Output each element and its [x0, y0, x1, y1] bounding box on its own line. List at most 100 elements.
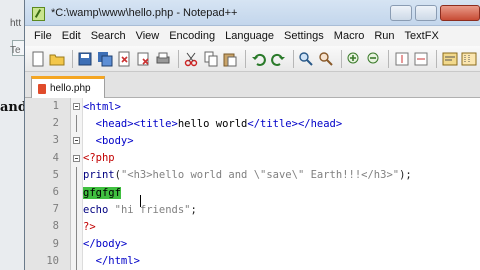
zoom-out-icon[interactable]	[365, 50, 382, 68]
menu-edit[interactable]: Edit	[57, 30, 86, 42]
open-file-icon[interactable]	[48, 50, 65, 68]
editor-area[interactable]: 1 2 3 4 5 6 7 8 9 10 <html> <head><title> hello wo…	[25, 98, 480, 270]
code-line[interactable]: <head><title> hello world </title></head>	[83, 115, 480, 132]
menu-settings[interactable]: Settings	[279, 30, 329, 42]
fold-guide	[71, 218, 82, 236]
code-token: </title></head>	[247, 117, 343, 130]
maximize-button[interactable]	[415, 4, 437, 21]
text-cursor-beam	[140, 195, 141, 207]
code-token: hello world	[177, 117, 248, 130]
tab-hello-php[interactable]: hello.php	[31, 76, 105, 98]
menu-view[interactable]: View	[131, 30, 165, 42]
print-icon[interactable]	[154, 50, 171, 68]
notepadpp-window: *C:\wamp\www\hello.php - Notepad++ File E…	[24, 0, 480, 270]
code-line[interactable]: gfgfgf	[83, 184, 480, 201]
code-line[interactable]: ?>	[83, 218, 480, 235]
tab-bar: hello.php	[25, 72, 480, 98]
fold-guide-line	[76, 218, 77, 236]
fold-guide-line	[76, 252, 77, 270]
code-token: ;	[190, 203, 197, 216]
zoom-in-icon[interactable]	[346, 50, 363, 68]
toolbar-separator	[340, 49, 342, 68]
redo-icon[interactable]	[269, 50, 286, 68]
minimize-button[interactable]	[390, 4, 412, 21]
code-line[interactable]: <?php	[83, 150, 480, 167]
save-icon[interactable]	[77, 50, 94, 68]
fold-toggle-icon[interactable]	[71, 150, 82, 167]
line-number: 7	[52, 203, 59, 216]
fold-toggle-icon[interactable]	[71, 132, 82, 149]
title-bar[interactable]: *C:\wamp\www\hello.php - Notepad++	[25, 0, 480, 26]
fold-guide-line	[76, 201, 77, 219]
fold-guide	[71, 183, 82, 202]
fold-guide-line	[76, 166, 77, 184]
sync-h-icon[interactable]	[413, 50, 430, 68]
replace-icon[interactable]	[317, 50, 334, 68]
menu-textfx[interactable]: TextFX	[400, 30, 444, 42]
toolbar	[25, 46, 480, 72]
paste-icon[interactable]	[222, 50, 239, 68]
toolbar-separator	[436, 49, 438, 68]
code-token: ?>	[83, 220, 96, 233]
collapse-box-icon[interactable]	[73, 154, 80, 162]
window-title: *C:\wamp\www\hello.php - Notepad++	[51, 6, 238, 19]
code-line[interactable]: </body>	[83, 236, 480, 253]
menu-search[interactable]: Search	[86, 30, 131, 42]
line-number: 5	[52, 168, 59, 181]
toolbar-separator	[292, 49, 294, 68]
code-line[interactable]: </html>	[83, 253, 480, 270]
new-file-icon[interactable]	[29, 50, 46, 68]
fold-margin[interactable]	[71, 98, 83, 270]
line-number-gutter: 1 2 3 4 5 6 7 8 9 10	[25, 98, 71, 270]
save-all-icon[interactable]	[96, 50, 113, 68]
line-number: 10	[46, 254, 59, 267]
cut-icon[interactable]	[183, 50, 200, 68]
code-token: echo	[83, 203, 109, 216]
modified-file-icon	[38, 83, 46, 94]
fold-guide	[71, 235, 82, 253]
code-token: "<h3>hello world and \"save\" Earth!!!</…	[120, 169, 400, 182]
code-token: print	[83, 169, 115, 182]
code-line[interactable]: echo "hi friends";	[83, 201, 480, 218]
toolbar-separator	[388, 49, 390, 68]
menu-bar: File Edit Search View Encoding Language Settin…	[25, 26, 480, 46]
code-token: );	[399, 169, 412, 182]
wrap-icon[interactable]	[441, 50, 458, 68]
menu-encoding[interactable]: Encoding	[164, 30, 220, 42]
code-line[interactable]: <html>	[83, 98, 480, 115]
undo-icon[interactable]	[250, 50, 267, 68]
background-text-mid: Te	[10, 45, 21, 56]
code-text-area[interactable]: <html> <head><title> hello world </title><…	[83, 98, 480, 270]
indent-guide-icon[interactable]	[461, 50, 478, 68]
menu-run[interactable]: Run	[369, 30, 399, 42]
notepadpp-app-icon[interactable]	[31, 6, 45, 21]
line-number: 2	[52, 117, 59, 130]
fold-guide	[71, 201, 82, 219]
code-line[interactable]: <body>	[83, 132, 480, 149]
fold-guide	[71, 115, 82, 133]
close-window-button[interactable]	[440, 4, 480, 21]
fold-guide-line	[76, 115, 77, 133]
code-token: </body>	[83, 238, 128, 251]
collapse-box-icon[interactable]	[73, 103, 80, 111]
code-token: <?php	[83, 152, 115, 165]
collapse-box-icon[interactable]	[73, 137, 80, 145]
code-token: <html>	[83, 100, 121, 113]
fold-toggle-icon[interactable]	[71, 98, 82, 115]
background-text-word: and	[0, 100, 27, 115]
line-number: 8	[52, 220, 59, 233]
code-token: <head><title>	[83, 117, 178, 130]
menu-language[interactable]: Language	[220, 30, 279, 42]
code-line[interactable]: print("<h3>hello world and \"save\" Eart…	[83, 167, 480, 184]
line-number: 4	[52, 151, 59, 164]
menu-macro[interactable]: Macro	[329, 30, 370, 42]
sync-v-icon[interactable]	[393, 50, 410, 68]
copy-icon[interactable]	[202, 50, 219, 68]
close-icon[interactable]	[116, 50, 133, 68]
find-icon[interactable]	[298, 50, 315, 68]
close-all-icon[interactable]	[135, 50, 152, 68]
tab-label: hello.php	[50, 83, 91, 94]
line-number: 1	[52, 100, 59, 112]
fold-guide	[71, 252, 82, 270]
menu-file[interactable]: File	[29, 30, 57, 42]
